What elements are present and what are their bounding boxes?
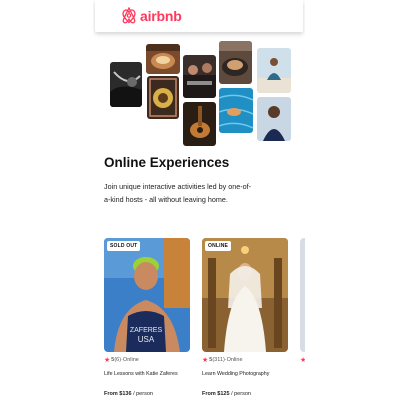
price-prefix: From bbox=[202, 391, 216, 397]
collage-photo-portrait bbox=[257, 97, 291, 141]
card-title[interactable]: Learn Wedding Photography bbox=[202, 371, 269, 377]
star-icon: ★ bbox=[300, 357, 305, 364]
price-unit: / person bbox=[133, 391, 153, 397]
top-navigation-bar: airbnb bbox=[95, 0, 303, 32]
card-title[interactable]: Life Lessons with Katie Zaferes bbox=[104, 371, 178, 377]
card-rating: ★ 5 (6) · Online bbox=[104, 356, 139, 364]
airbnb-logo[interactable]: airbnb bbox=[121, 7, 182, 24]
card-price: From $136 / person bbox=[104, 391, 153, 397]
experience-mode: Online bbox=[122, 357, 139, 363]
card-badge: SOLD OUT bbox=[107, 241, 141, 251]
card-rating: ★ 5 (311) · Online bbox=[202, 356, 243, 364]
collage-photo-mask bbox=[147, 76, 179, 119]
price-value: $125 bbox=[217, 391, 230, 397]
collage-photo-guitar bbox=[183, 102, 216, 146]
price-unit: / person bbox=[231, 391, 251, 397]
experience-mode: Online bbox=[226, 357, 243, 363]
collage-photo-dining bbox=[183, 55, 216, 98]
experience-card[interactable]: ZAFERES USA SOLD OUT ★ 5 (6) · Online Li… bbox=[104, 238, 190, 397]
svg-text:USA: USA bbox=[138, 335, 155, 344]
experience-card[interactable]: ONLINE ★ 5 (311) · Online Learn Wedding … bbox=[202, 238, 288, 397]
collage-photo-pool bbox=[219, 88, 253, 133]
collage-photo-cooking bbox=[146, 44, 180, 74]
card-rating: ★ bbox=[300, 356, 305, 364]
collage-photo-food bbox=[219, 41, 252, 84]
svg-text:ZAFERES: ZAFERES bbox=[130, 327, 163, 334]
price-prefix: From bbox=[104, 391, 118, 397]
card-photo[interactable]: ONLINE bbox=[202, 238, 288, 352]
card-photo[interactable] bbox=[300, 238, 305, 352]
collage-photo-lake bbox=[110, 62, 142, 107]
page-description: Join unique interactive activities led b… bbox=[104, 182, 252, 204]
brand-name: airbnb bbox=[140, 7, 182, 24]
card-price: From $125 / person bbox=[202, 391, 251, 397]
page-title: Online Experiences bbox=[104, 155, 230, 170]
card-badge: ONLINE bbox=[205, 241, 232, 251]
mobile-page: airbnb Online Experiences Join unique in… bbox=[93, 0, 305, 413]
price-value: $136 bbox=[119, 391, 132, 397]
airbnb-belo-icon bbox=[122, 7, 136, 24]
star-icon: ★ bbox=[202, 357, 209, 364]
experience-carousel: ZAFERES USA SOLD OUT ★ 5 (6) · Online Li… bbox=[104, 238, 305, 413]
collage-photo-yoga bbox=[257, 48, 291, 93]
star-icon: ★ bbox=[104, 357, 111, 364]
card-photo[interactable]: ZAFERES USA SOLD OUT bbox=[104, 238, 190, 352]
experience-card-partial[interactable]: ★ bbox=[300, 238, 305, 364]
review-count: (311) bbox=[212, 357, 225, 363]
review-count: (6) bbox=[114, 357, 122, 363]
